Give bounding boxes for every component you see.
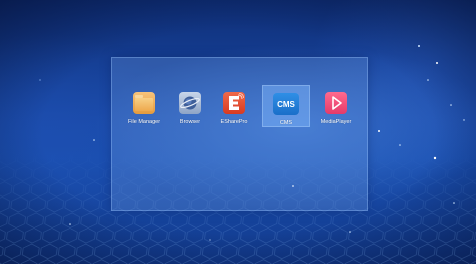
app-launcher-panel: File Manager Browser ESharePro CMS CMS M… (111, 57, 368, 211)
app-label: CMS (279, 120, 293, 126)
desktop-screen: File Manager Browser ESharePro CMS CMS M… (0, 0, 476, 264)
app-esharepro[interactable]: ESharePro (210, 85, 258, 127)
planet-icon (179, 92, 201, 114)
app-label: MediaPlayer (320, 119, 352, 125)
app-browser[interactable]: Browser (166, 85, 214, 127)
app-label: Browser (179, 119, 201, 125)
folder-icon (133, 92, 155, 114)
app-label: ESharePro (220, 119, 248, 125)
app-mediaplayer[interactable]: MediaPlayer (312, 85, 360, 127)
app-label: File Manager (127, 119, 161, 125)
play-icon (325, 92, 347, 114)
cms-icon: CMS (273, 93, 299, 115)
cms-icon-text: CMS (277, 99, 295, 109)
app-cms[interactable]: CMS CMS (262, 85, 310, 127)
eshare-icon (223, 92, 245, 114)
app-file-manager[interactable]: File Manager (120, 85, 168, 127)
